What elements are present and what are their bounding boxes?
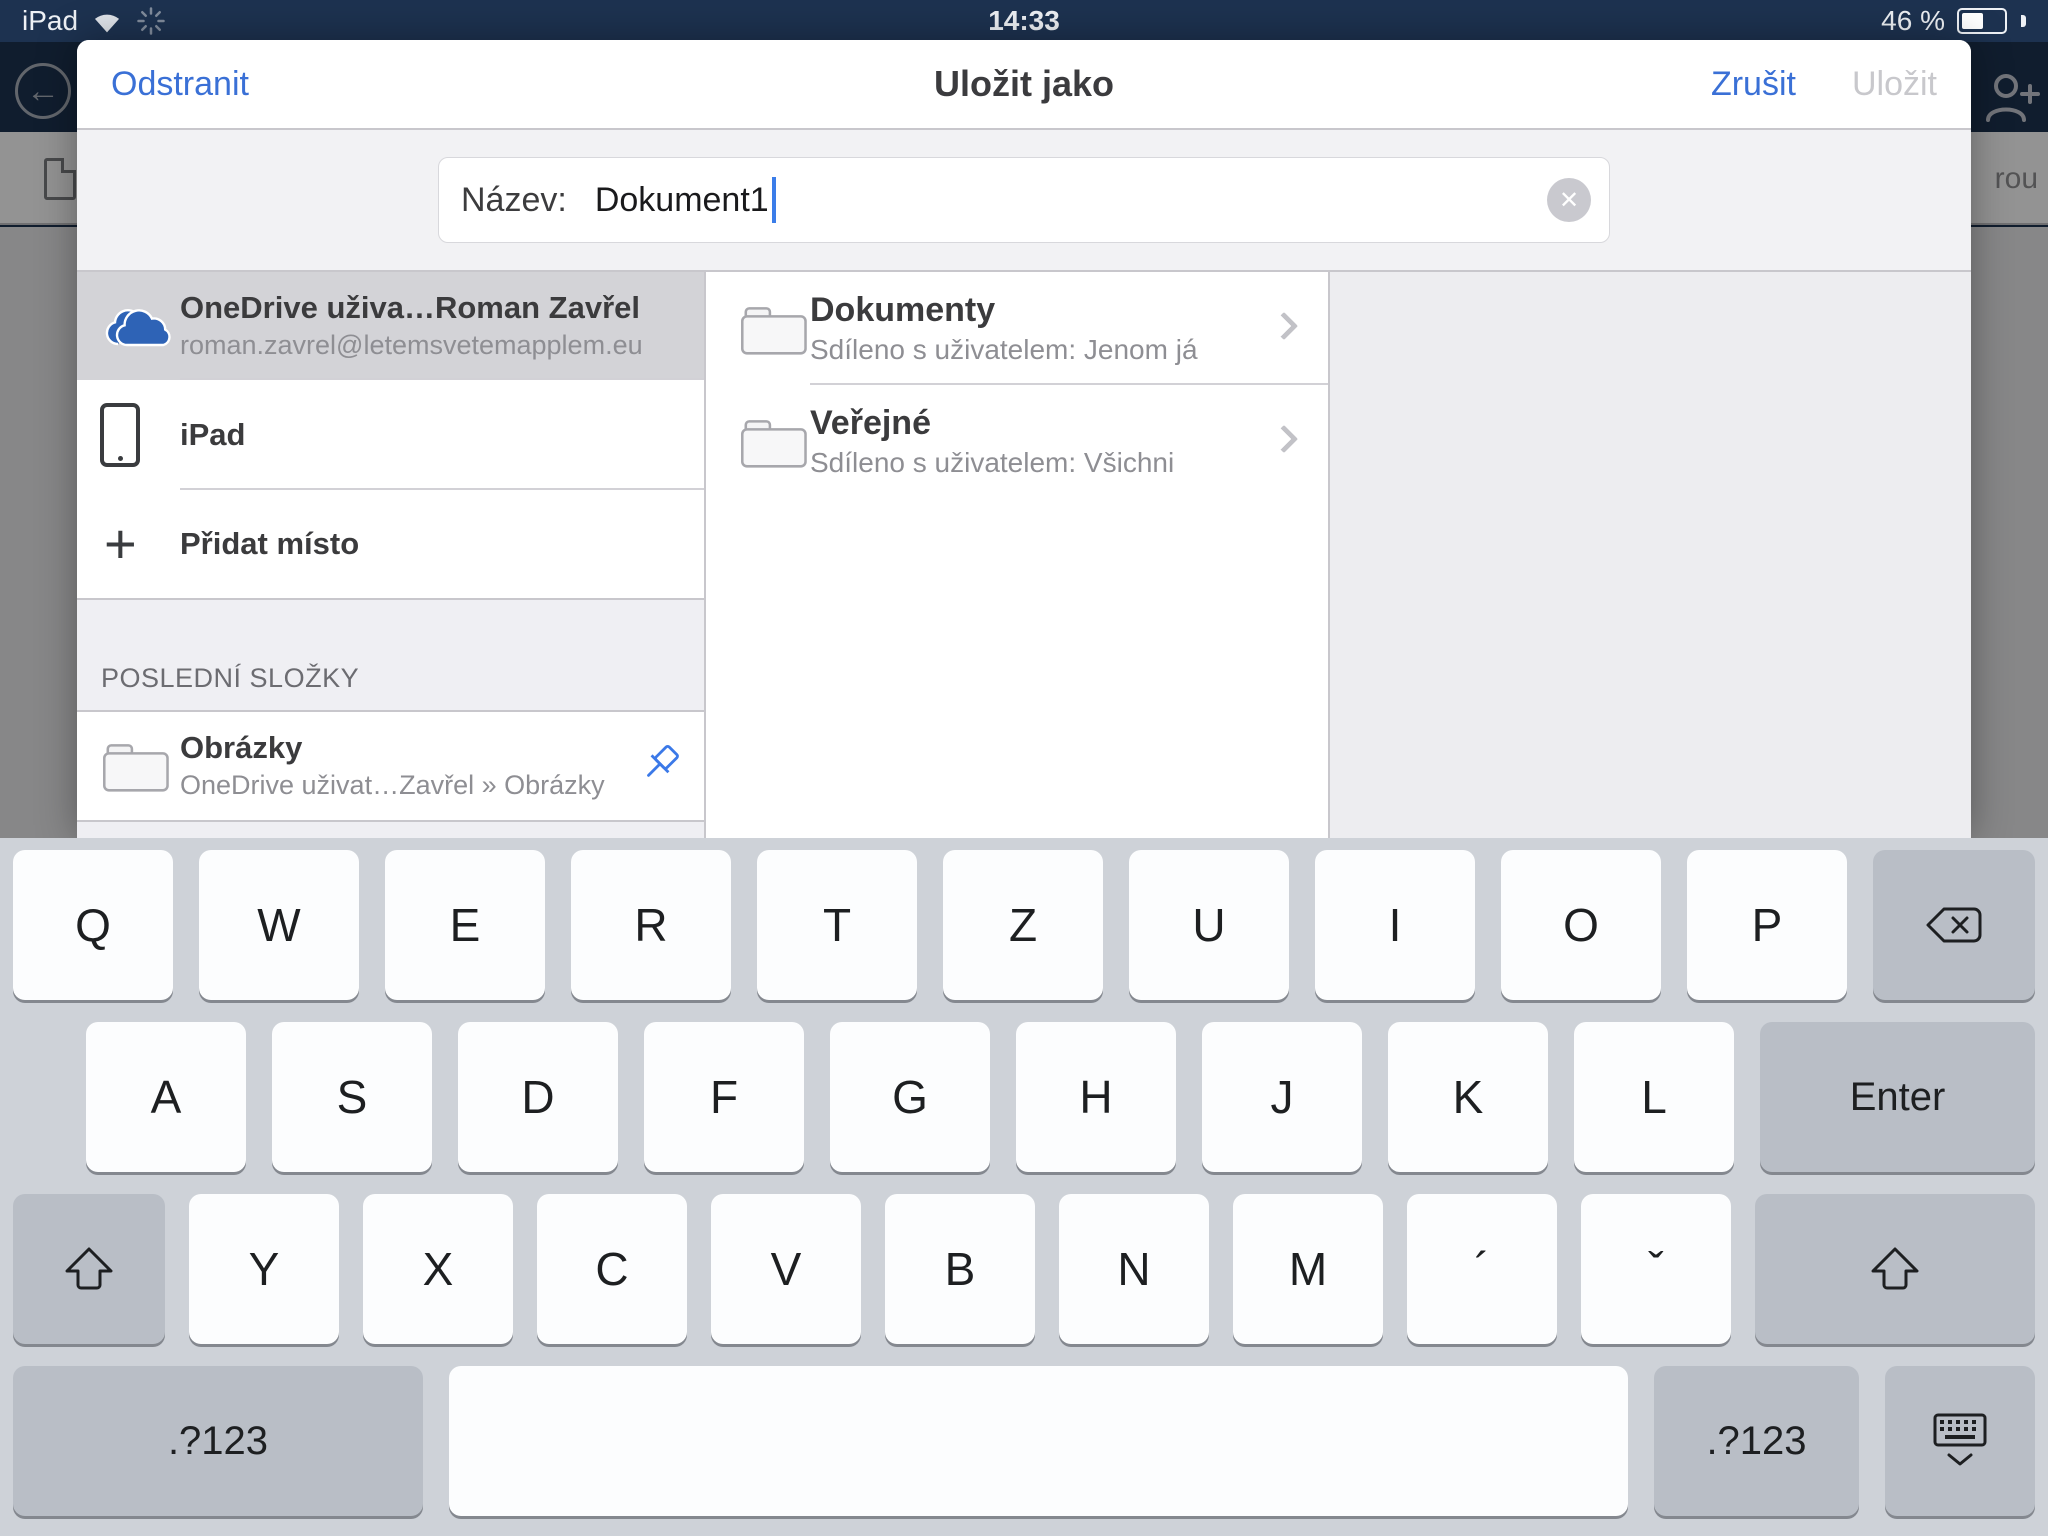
chevron-right-icon (1270, 424, 1298, 452)
key-o[interactable]: O (1501, 850, 1661, 1000)
places-panel: OneDrive uživa…Roman Zavřel roman.zavrel… (77, 272, 706, 838)
section-label: POSLEDNÍ SLOŽKY (101, 663, 359, 694)
key-a[interactable]: A (86, 1022, 246, 1172)
folder-icon (100, 736, 180, 796)
key-u[interactable]: U (1129, 850, 1289, 1000)
key-g[interactable]: G (830, 1022, 990, 1172)
key-j[interactable]: J (1202, 1022, 1362, 1172)
pin-icon[interactable] (634, 740, 686, 792)
save-as-dialog: Uložit jako Odstranit Zrušit Uložit Náze… (77, 40, 1971, 838)
folder-title: Dokumenty (810, 289, 1198, 332)
dialog-header: Uložit jako Odstranit Zrušit Uložit (77, 40, 1971, 130)
key-shift-right[interactable] (1755, 1194, 2035, 1344)
key-e[interactable]: E (385, 850, 545, 1000)
recent-folders-section-header: POSLEDNÍ SLOŽKY (77, 600, 704, 712)
key-z[interactable]: Z (943, 850, 1103, 1000)
key-m[interactable]: M (1233, 1194, 1383, 1344)
battery-icon (1957, 8, 2007, 34)
key-h[interactable]: H (1016, 1022, 1176, 1172)
place-add-location[interactable]: + Přidat místo (77, 490, 704, 600)
onedrive-icon (100, 302, 180, 350)
folder-title: Obrázky (180, 729, 605, 768)
key-k[interactable]: K (1388, 1022, 1548, 1172)
key-x[interactable]: X (363, 1194, 513, 1344)
key-t[interactable]: T (757, 850, 917, 1000)
text-cursor (772, 177, 776, 223)
key-caron[interactable]: ˇ (1581, 1194, 1731, 1344)
key-enter[interactable]: Enter (1760, 1022, 2035, 1172)
places-filler (77, 822, 704, 838)
folder-icon (738, 412, 810, 472)
key-sym-left[interactable]: .?123 (13, 1366, 423, 1516)
key-i[interactable]: I (1315, 850, 1475, 1000)
dialog-title: Uložit jako (77, 63, 1971, 105)
key-b[interactable]: B (885, 1194, 1035, 1344)
recent-folder-obrazky[interactable]: Obrázky OneDrive uživat…Zavřel » Obrázky (77, 712, 704, 822)
folder-row-verejne[interactable]: Veřejné Sdíleno s uživatelem: Všichni (706, 385, 1328, 498)
place-title: Přidat místo (180, 525, 359, 564)
folder-subtitle: OneDrive uživat…Zavřel » Obrázky (180, 768, 605, 803)
filename-label: Název: (461, 181, 567, 220)
key-n[interactable]: N (1059, 1194, 1209, 1344)
onscreen-keyboard: QWERTZUIOP ASDFGHJKL Enter YXCVBNM´ˇ .?1… (0, 838, 2048, 1536)
folder-icon (738, 299, 810, 359)
folder-title: Veřejné (810, 402, 1174, 445)
place-ipad[interactable]: iPad (77, 380, 704, 490)
key-sym-right[interactable]: .?123 (1654, 1366, 1859, 1516)
key-l[interactable]: L (1574, 1022, 1734, 1172)
folder-subtitle: Sdíleno s uživatelem: Jenom já (810, 332, 1198, 368)
folder-list-panel: Dokumenty Sdíleno s uživatelem: Jenom já… (706, 272, 1330, 838)
filename-input[interactable]: Název: Dokument1 ✕ (438, 157, 1610, 243)
key-y[interactable]: Y (189, 1194, 339, 1344)
place-subtitle: roman.zavrel@letemsvetemapplem.eu (180, 328, 643, 363)
key-p[interactable]: P (1687, 850, 1847, 1000)
place-title: iPad (180, 416, 245, 455)
key-w[interactable]: W (199, 850, 359, 1000)
key-f[interactable]: F (644, 1022, 804, 1172)
folder-row-dokumenty[interactable]: Dokumenty Sdíleno s uživatelem: Jenom já (706, 272, 1328, 385)
filename-value: Dokument1 (595, 181, 769, 220)
key-dismiss-keyboard[interactable] (1885, 1366, 2035, 1516)
key-backspace[interactable] (1873, 850, 2035, 1000)
key-r[interactable]: R (571, 850, 731, 1000)
key-c[interactable]: C (537, 1194, 687, 1344)
key-d[interactable]: D (458, 1022, 618, 1172)
key-s[interactable]: S (272, 1022, 432, 1172)
key-acute[interactable]: ´ (1407, 1194, 1557, 1344)
key-shift-left[interactable] (13, 1194, 165, 1344)
place-title: OneDrive uživa…Roman Zavřel (180, 289, 643, 328)
key-q[interactable]: Q (13, 850, 173, 1000)
status-bar: iPad 14:33 46 % (0, 0, 2048, 42)
folder-subtitle: Sdíleno s uživatelem: Všichni (810, 445, 1174, 481)
clear-filename-button[interactable]: ✕ (1547, 178, 1591, 222)
filename-strip: Název: Dokument1 ✕ (77, 130, 1971, 272)
key-v[interactable]: V (711, 1194, 861, 1344)
plus-icon: + (104, 516, 137, 572)
file-list-panel-empty (1330, 272, 1971, 838)
chevron-right-icon (1270, 311, 1298, 339)
key-space[interactable] (449, 1366, 1628, 1516)
status-time: 14:33 (0, 5, 2048, 37)
ipad-icon (100, 403, 140, 467)
place-onedrive[interactable]: OneDrive uživa…Roman Zavřel roman.zavrel… (77, 272, 704, 380)
